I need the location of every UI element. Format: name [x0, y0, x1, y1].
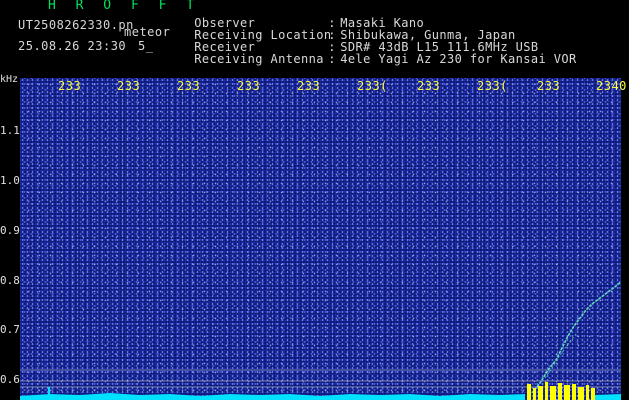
- y-tick-label: 0.6: [0, 373, 20, 386]
- x-tick-label: 233: [117, 79, 141, 93]
- info-row-antenna: Receiving Antenna:4ele Yagi Az 230 for K…: [179, 41, 577, 65]
- detection-count: 5_: [138, 39, 154, 53]
- x-tick-label: 233: [58, 79, 82, 93]
- x-tick-label: 2340: [596, 79, 627, 93]
- meteor-label: meteor: [124, 25, 171, 39]
- info-key: Receiving Antenna: [194, 52, 324, 66]
- info-separator: :: [328, 52, 336, 66]
- file-name: UT2508262330.pn: [18, 18, 134, 32]
- signal-burst: [527, 384, 531, 400]
- signal-burst: [578, 387, 584, 400]
- x-tick-label: 233: [417, 79, 441, 93]
- signal-burst: [533, 388, 536, 400]
- info-value: 4ele Yagi Az 230 for Kansai VOR: [340, 52, 577, 66]
- y-tick-label: 0.9: [0, 224, 20, 237]
- app-title: H R O F F T: [48, 0, 201, 13]
- y-tick-label: 1.0: [0, 174, 20, 187]
- x-tick-label: 233(: [477, 79, 508, 93]
- y-tick-label: 1.1: [0, 124, 20, 137]
- x-tick-label: 233: [537, 79, 561, 93]
- x-tick-label: 233: [177, 79, 201, 93]
- signal-burst: [564, 385, 570, 400]
- signal-burst: [550, 386, 556, 400]
- frequency-unit-label: kHz: [0, 74, 19, 85]
- y-tick-label: 0.7: [0, 323, 20, 336]
- signal-burst: [572, 384, 576, 400]
- x-tick-label: 233: [297, 79, 321, 93]
- meteor-trace: [531, 281, 621, 394]
- spectrogram-overlay: [20, 88, 621, 400]
- noise-floor: [595, 394, 621, 400]
- noise-floor: [20, 393, 525, 400]
- x-tick-label: 233: [237, 79, 261, 93]
- signal-burst: [558, 383, 562, 400]
- y-tick-label: 0.8: [0, 274, 20, 287]
- meteor-trace-secondary: [544, 331, 579, 379]
- noise-spike: [48, 387, 50, 395]
- x-tick-label: 233(: [357, 79, 388, 93]
- signal-burst: [586, 385, 589, 400]
- date-time: 25.08.26 23:30: [18, 39, 127, 53]
- signal-burst: [545, 382, 548, 400]
- signal-burst: [538, 386, 543, 400]
- spectrogram-display: [20, 78, 621, 400]
- signal-burst: [591, 388, 595, 400]
